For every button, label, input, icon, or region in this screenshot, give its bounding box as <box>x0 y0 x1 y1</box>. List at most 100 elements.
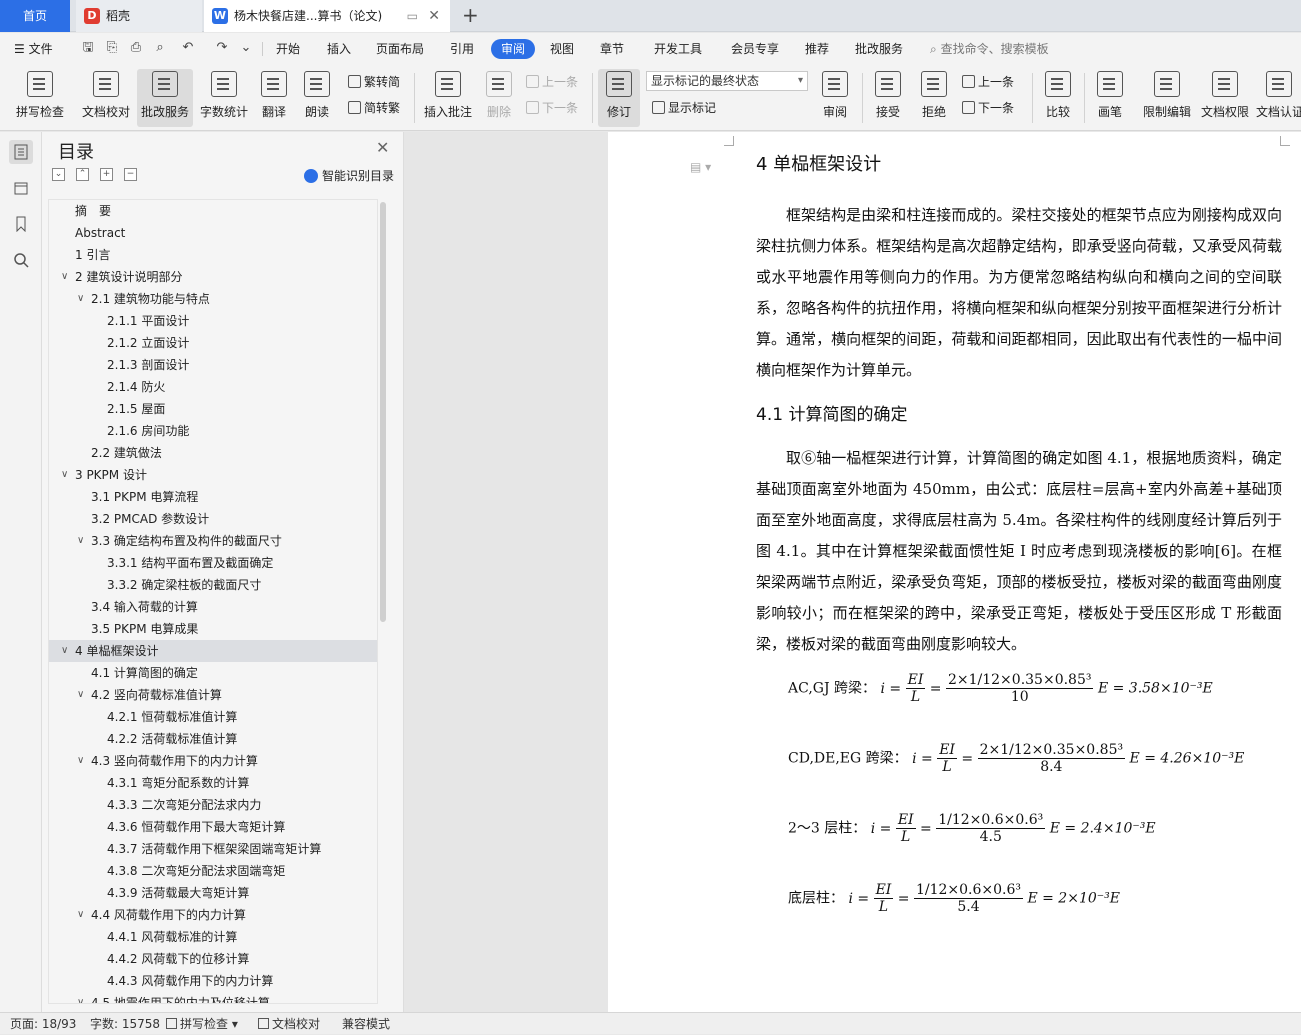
simp-to-trad-button[interactable]: 简转繁 <box>348 99 400 117</box>
chevron-down-icon[interactable]: ∨ <box>61 266 73 288</box>
menu-start[interactable]: 开始 <box>276 39 300 59</box>
chevron-down-icon[interactable]: ∨ <box>77 288 89 310</box>
insert-comment-button[interactable]: 插入批注 <box>420 69 476 127</box>
close-tab-icon[interactable]: ✕ <box>428 0 440 32</box>
toc-panel-icon[interactable] <box>9 140 33 164</box>
export-icon[interactable]: ⎘ <box>104 40 120 56</box>
read-aloud-button[interactable]: 朗读 <box>298 69 336 127</box>
toc-item[interactable]: 2.2 建筑做法 <box>49 442 377 464</box>
accept-button[interactable]: 接受 <box>868 69 908 127</box>
menu-recommend[interactable]: 推荐 <box>805 39 829 59</box>
toc-item[interactable]: 4.2.2 活荷载标准值计算 <box>49 728 377 750</box>
save-icon[interactable]: 🖫 <box>80 40 96 56</box>
expand-icon[interactable]: ⌄ <box>52 168 65 181</box>
toc-item[interactable]: ∨ 2.1 建筑物功能与特点 <box>49 288 377 310</box>
chevron-down-icon[interactable]: ∨ <box>77 904 89 926</box>
close-icon[interactable]: ✕ <box>376 138 389 157</box>
next-change-button[interactable]: 下一条 <box>962 99 1014 117</box>
toc-item[interactable]: Abstract <box>49 222 377 244</box>
more-icon[interactable]: ⌄ <box>238 40 254 56</box>
toc-item[interactable]: ∨ 4.3 竖向荷载作用下的内力计算 <box>49 750 377 772</box>
toc-scrollbar[interactable] <box>380 202 386 622</box>
menu-correct[interactable]: 批改服务 <box>855 39 903 59</box>
menu-insert[interactable]: 插入 <box>327 39 351 59</box>
toc-item[interactable]: 4.3.6 恒荷载作用下最大弯矩计算 <box>49 816 377 838</box>
print-icon[interactable]: ⎙ <box>128 40 144 56</box>
chevron-down-icon[interactable]: ∨ <box>77 992 89 1003</box>
tab-home[interactable]: 首页 <box>0 0 70 32</box>
correct-service-button[interactable]: 批改服务 <box>137 69 193 127</box>
toc-item[interactable]: 4.3.8 二次弯矩分配法求固端弯矩 <box>49 860 377 882</box>
toc-item[interactable]: 3.5 PKPM 电算成果 <box>49 618 377 640</box>
toc-item[interactable]: ∨ 3 PKPM 设计 <box>49 464 377 486</box>
toc-item[interactable]: 2.1.2 立面设计 <box>49 332 377 354</box>
chapter-nav-icon[interactable] <box>9 176 33 200</box>
add-heading-icon[interactable]: + <box>100 168 113 181</box>
tab-document[interactable]: W 杨木快餐店建...算书（论文) ▭ ✕ <box>204 0 450 32</box>
reject-button[interactable]: 拒绝 <box>914 69 954 127</box>
toc-item[interactable]: 2.1.1 平面设计 <box>49 310 377 332</box>
toc-item[interactable]: 2.1.3 剖面设计 <box>49 354 377 376</box>
prev-comment-button[interactable]: 上一条 <box>526 73 578 91</box>
next-comment-button[interactable]: 下一条 <box>526 99 578 117</box>
bookmark-icon[interactable] <box>9 212 33 236</box>
toc-item[interactable]: ∨ 4.4 风荷载作用下的内力计算 <box>49 904 377 926</box>
chevron-down-icon[interactable]: ∨ <box>61 464 73 486</box>
word-count-button[interactable]: 字数统计 <box>197 69 251 127</box>
menu-member[interactable]: 会员专享 <box>731 39 779 59</box>
menu-reference[interactable]: 引用 <box>450 39 474 59</box>
toc-item[interactable]: ∨ 2 建筑设计说明部分 <box>49 266 377 288</box>
doc-proof-button[interactable]: 文档校对 <box>78 69 134 127</box>
toc-item[interactable]: 4.3.9 活荷载最大弯矩计算 <box>49 882 377 904</box>
pen-button[interactable]: 画笔 <box>1090 69 1130 127</box>
preview-icon[interactable]: ⌕ <box>152 40 168 56</box>
chevron-down-icon[interactable]: ∨ <box>77 530 89 552</box>
review-pane-button[interactable]: 审阅 <box>814 69 856 127</box>
menu-review[interactable]: 审阅 <box>491 39 536 59</box>
smart-toc-button[interactable]: 智能识别目录 <box>304 167 394 184</box>
remove-heading-icon[interactable]: − <box>124 168 137 181</box>
toc-item[interactable]: 4.4.3 风荷载作用下的内力计算 <box>49 970 377 992</box>
toc-item[interactable]: 2.1.5 屋面 <box>49 398 377 420</box>
toc-item[interactable]: 1 引言 <box>49 244 377 266</box>
proof-status[interactable]: 文档校对 <box>258 1013 320 1035</box>
delete-comment-button[interactable]: 删除 <box>480 69 518 127</box>
monitor-icon[interactable]: ▭ <box>407 0 418 32</box>
menu-layout[interactable]: 页面布局 <box>376 39 424 59</box>
new-tab-button[interactable]: + <box>462 0 479 32</box>
tab-docer[interactable]: D 稻壳 <box>76 0 202 32</box>
translate-button[interactable]: 翻译 <box>255 69 293 127</box>
toc-item[interactable]: 3.2 PMCAD 参数设计 <box>49 508 377 530</box>
toc-item[interactable]: 4.3.7 活荷载作用下框架梁固端弯矩计算 <box>49 838 377 860</box>
menu-chapter[interactable]: 章节 <box>600 39 624 59</box>
track-changes-button[interactable]: 修订 <box>598 69 640 127</box>
menu-view[interactable]: 视图 <box>550 39 574 59</box>
toc-item[interactable]: 3.3.1 结构平面布置及截面确定 <box>49 552 377 574</box>
chevron-down-icon[interactable]: ∨ <box>77 750 89 772</box>
toc-item[interactable]: 4.3.1 弯矩分配系数的计算 <box>49 772 377 794</box>
restrict-edit-button[interactable]: 限制编辑 <box>1140 69 1194 127</box>
trad-to-simp-button[interactable]: 繁转简 <box>348 73 400 91</box>
word-count[interactable]: 字数: 15758 <box>90 1013 160 1035</box>
toc-item[interactable]: 4.1 计算简图的确定 <box>49 662 377 684</box>
spellcheck-button[interactable]: 拼写检查 <box>8 69 72 127</box>
toc-item[interactable]: 3.1 PKPM 电算流程 <box>49 486 377 508</box>
toc-item[interactable]: ∨ 4.5 地震作用下的内力及位移计算 <box>49 992 377 1003</box>
menu-devtools[interactable]: 开发工具 <box>654 39 702 59</box>
toc-item[interactable]: ∨ 4.2 竖向荷载标准值计算 <box>49 684 377 706</box>
toc-item[interactable]: 4.4.2 风荷载下的位移计算 <box>49 948 377 970</box>
doc-permission-button[interactable]: 文档权限 <box>1198 69 1252 127</box>
toc-item[interactable]: 摘 要 <box>49 200 377 222</box>
document-page[interactable]: ▤ ▾ 4 单榀框架设计 框架结构是由梁和柱连接而成的。梁柱交接处的框架节点应为… <box>608 132 1301 1012</box>
toc-item[interactable]: 4.4.1 风荷载标准的计算 <box>49 926 377 948</box>
doc-cert-button[interactable]: 文档认证 <box>1256 69 1301 127</box>
redo-icon[interactable]: ↷ <box>214 40 230 56</box>
page-options-icon[interactable]: ▤ ▾ <box>690 160 711 174</box>
markup-state-select[interactable]: 显示标记的最终状态 <box>646 71 808 91</box>
toc-item[interactable]: 2.1.4 防火 <box>49 376 377 398</box>
toc-item[interactable]: 4.2.1 恒荷载标准值计算 <box>49 706 377 728</box>
chevron-down-icon[interactable]: ∨ <box>61 640 73 662</box>
page-indicator[interactable]: 页面: 18/93 <box>10 1013 76 1035</box>
toc-item[interactable]: 3.4 输入荷载的计算 <box>49 596 377 618</box>
command-search[interactable]: ⌕ 查找命令、搜索模板 <box>930 39 1049 59</box>
